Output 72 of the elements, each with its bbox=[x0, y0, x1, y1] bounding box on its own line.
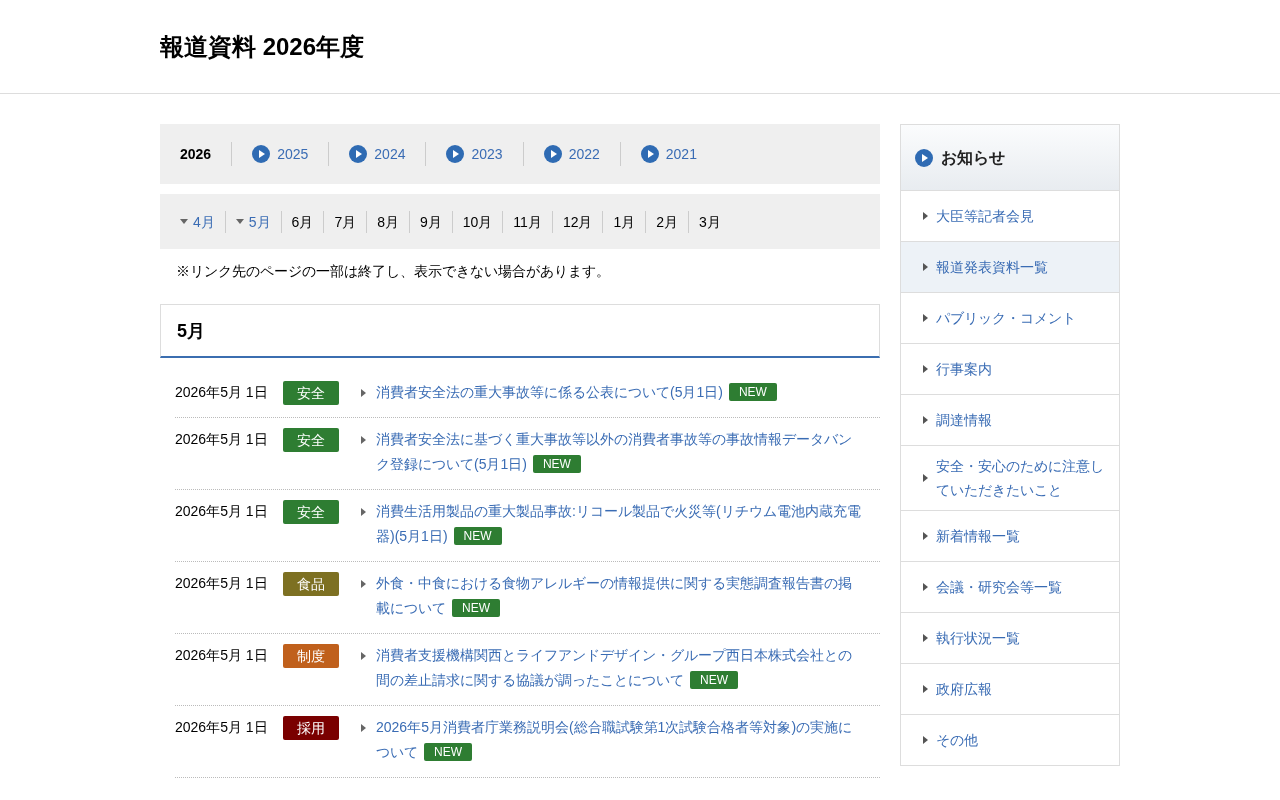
category-tag: 安全 bbox=[283, 428, 339, 452]
caret-right-icon bbox=[361, 579, 366, 588]
caret-right-icon bbox=[923, 634, 928, 642]
notice-text: ※リンク先のページの一部は終了し、表示できない場合があります。 bbox=[176, 262, 610, 281]
sidebar-link[interactable]: 報道発表資料一覧 bbox=[901, 242, 1119, 292]
new-badge: NEW bbox=[728, 382, 777, 401]
news-link[interactable]: 外食・中食における食物アレルギーの情報提供に関する実態調査報告書の掲載について NEW bbox=[376, 571, 863, 621]
date-text: 2026年5月 1日 bbox=[175, 718, 269, 737]
play-circle-icon bbox=[915, 148, 933, 167]
caret-right-icon bbox=[361, 507, 366, 516]
category-tag: 安全 bbox=[283, 381, 339, 405]
caret-right-icon bbox=[923, 736, 928, 744]
news-link[interactable]: 消費者安全法の重大事故等に係る公表について(5月1日) NEW bbox=[376, 380, 863, 405]
month-label: 1月 bbox=[602, 210, 646, 233]
month-label: 11月 bbox=[502, 210, 552, 233]
caret-right-icon bbox=[923, 263, 928, 271]
page-title: 報道資料 2026年度 bbox=[160, 31, 365, 62]
new-badge: NEW bbox=[424, 742, 472, 761]
caret-right-icon bbox=[923, 365, 928, 373]
month-label: 6月 bbox=[280, 210, 324, 233]
play-circle-icon bbox=[543, 145, 562, 163]
month-label: 12月 bbox=[551, 210, 603, 233]
new-badge: NEW bbox=[453, 526, 502, 545]
caret-right-icon bbox=[361, 388, 366, 397]
news-link[interactable]: 2026年5月消費者庁業務説明会(総合職試験第1次試験合格者等対象)の実施について NEW bbox=[376, 715, 863, 765]
caret-down-icon bbox=[235, 219, 244, 224]
new-badge: NEW bbox=[452, 598, 500, 617]
date-text: 2026年5月 1日 bbox=[175, 502, 269, 521]
category-tag: 食品 bbox=[283, 572, 339, 596]
new-badge: NEW bbox=[690, 670, 738, 689]
month-label: 2月 bbox=[645, 210, 689, 233]
news-link[interactable]: 消費者安全法に基づく重大事故等以外の消費者事故等の事故情報データバンク登録について(5月1日) NEW bbox=[376, 427, 863, 477]
date-text: 2026年5月 1日 bbox=[175, 430, 269, 449]
month-label: 3月 bbox=[688, 210, 731, 233]
news-link[interactable]: 消費者支援機構関西とライフアンドデザイン・グループ西日本株式会社との間の差止請求に関する協議が調ったことについて NEW bbox=[376, 643, 863, 693]
new-badge: NEW bbox=[532, 454, 581, 473]
caret-right-icon bbox=[923, 685, 928, 693]
category-tag: 制度 bbox=[283, 644, 339, 668]
year-tab[interactable]: 2023 bbox=[425, 142, 523, 166]
caret-right-icon bbox=[923, 212, 928, 220]
play-circle-icon bbox=[252, 145, 271, 163]
caret-right-icon bbox=[923, 532, 928, 540]
category-tag: 採用 bbox=[283, 716, 339, 740]
caret-down-icon bbox=[180, 219, 188, 224]
play-circle-icon bbox=[640, 145, 659, 163]
month-label: 7月 bbox=[323, 210, 367, 233]
month-link[interactable]: 4月 bbox=[170, 210, 225, 233]
caret-right-icon bbox=[923, 314, 928, 322]
year-tab[interactable]: 2024 bbox=[328, 142, 426, 166]
sidebar-title: お知らせ bbox=[941, 147, 1005, 168]
play-circle-icon bbox=[349, 145, 368, 163]
month-link[interactable]: 5月 bbox=[224, 210, 281, 233]
month-label: 10月 bbox=[451, 210, 503, 233]
year-tab[interactable]: 2026 bbox=[160, 142, 232, 166]
caret-right-icon bbox=[923, 474, 928, 482]
year-tab[interactable]: 2025 bbox=[231, 142, 329, 166]
year-tab[interactable]: 2021 bbox=[619, 142, 717, 166]
caret-right-icon bbox=[361, 435, 366, 444]
year-tab[interactable]: 2022 bbox=[522, 142, 620, 166]
news-link[interactable]: 消費生活用製品の重大製品事故:リコール製品で火災等(リチウム電池内蔵充電器)(5月1日) NEW bbox=[376, 499, 863, 549]
date-text: 2026年5月 1日 bbox=[175, 646, 269, 665]
section-heading: 5月 bbox=[177, 319, 205, 343]
category-tag: 安全 bbox=[283, 500, 339, 524]
date-text: 2026年5月 1日 bbox=[175, 383, 269, 402]
date-text: 2026年5月 1日 bbox=[175, 574, 269, 593]
caret-right-icon bbox=[923, 583, 928, 591]
play-circle-icon bbox=[446, 145, 465, 163]
month-label: 8月 bbox=[366, 210, 409, 233]
caret-right-icon bbox=[361, 723, 366, 732]
caret-right-icon bbox=[923, 416, 928, 424]
month-label: 9月 bbox=[409, 210, 452, 233]
caret-right-icon bbox=[361, 651, 366, 660]
